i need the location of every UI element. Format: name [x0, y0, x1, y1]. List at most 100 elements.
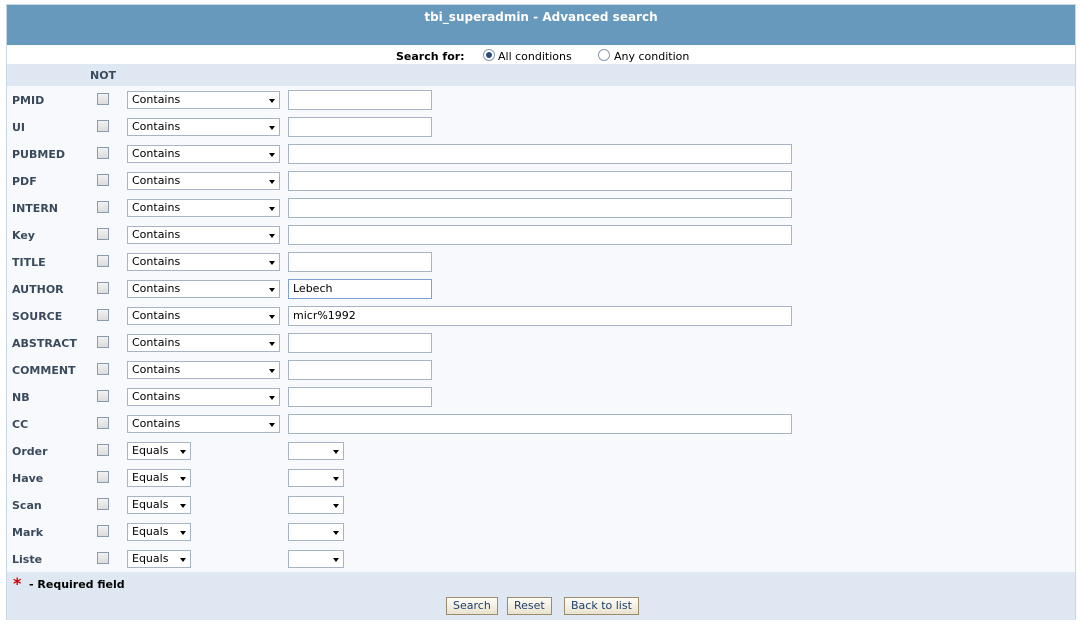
value-input-ui[interactable] — [288, 117, 432, 137]
operator-select-mark[interactable]: Equals — [127, 523, 191, 541]
value-select-mark[interactable] — [288, 523, 344, 541]
form-footer: * - Required field Search Reset Back to … — [7, 572, 1075, 620]
operator-select-ui[interactable]: Contains — [127, 118, 280, 136]
field-label-order: Order — [12, 445, 48, 458]
radio-any-condition[interactable] — [598, 49, 610, 61]
operator-select-liste[interactable]: Equals — [127, 550, 191, 568]
operator-value: Contains — [132, 390, 181, 403]
value-input-key[interactable] — [288, 225, 792, 245]
field-label-pubmed: PUBMED — [12, 148, 65, 161]
chevron-down-icon — [333, 558, 339, 562]
chevron-down-icon — [269, 207, 275, 211]
not-checkbox-pdf[interactable] — [97, 174, 109, 186]
operator-select-cc[interactable]: Contains — [127, 415, 280, 433]
operator-select-scan[interactable]: Equals — [127, 496, 191, 514]
operator-value: Equals — [132, 552, 169, 565]
not-checkbox-source[interactable] — [97, 309, 109, 321]
field-label-cc: CC — [12, 418, 29, 431]
not-checkbox-nb[interactable] — [97, 390, 109, 402]
search-row-author: AUTHOR Contains Lebech — [7, 276, 1075, 303]
not-checkbox-scan[interactable] — [97, 498, 109, 510]
value-input-title[interactable] — [288, 252, 432, 272]
not-checkbox-key[interactable] — [97, 228, 109, 240]
not-checkbox-cc[interactable] — [97, 417, 109, 429]
operator-value: Contains — [132, 228, 181, 241]
chevron-down-icon — [333, 504, 339, 508]
chevron-down-icon — [269, 234, 275, 238]
search-for-label: Search for: — [396, 50, 465, 63]
not-checkbox-pmid[interactable] — [97, 93, 109, 105]
not-checkbox-liste[interactable] — [97, 552, 109, 564]
not-checkbox-comment[interactable] — [97, 363, 109, 375]
value-select-liste[interactable] — [288, 550, 344, 568]
not-checkbox-intern[interactable] — [97, 201, 109, 213]
operator-select-order[interactable]: Equals — [127, 442, 191, 460]
operator-select-abstract[interactable]: Contains — [127, 334, 280, 352]
chevron-down-icon — [333, 450, 339, 454]
operator-value: Contains — [132, 363, 181, 376]
not-checkbox-title[interactable] — [97, 255, 109, 267]
required-asterisk-icon: * — [13, 574, 22, 593]
value-input-source[interactable]: micr%1992 — [288, 306, 792, 326]
operator-value: Contains — [132, 201, 181, 214]
search-row-scan: Scan Equals — [7, 492, 1075, 519]
chevron-down-icon — [333, 531, 339, 535]
operator-select-title[interactable]: Contains — [127, 253, 280, 271]
value-input-abstract[interactable] — [288, 333, 432, 353]
operator-value: Equals — [132, 498, 169, 511]
operator-select-comment[interactable]: Contains — [127, 361, 280, 379]
field-label-source: SOURCE — [12, 310, 63, 323]
search-button[interactable]: Search — [446, 597, 498, 615]
not-checkbox-have[interactable] — [97, 471, 109, 483]
operator-select-have[interactable]: Equals — [127, 469, 191, 487]
operator-select-author[interactable]: Contains — [127, 280, 280, 298]
operator-select-pubmed[interactable]: Contains — [127, 145, 280, 163]
chevron-down-icon — [269, 342, 275, 346]
value-input-nb[interactable] — [288, 387, 432, 407]
field-label-ui: UI — [12, 121, 26, 134]
operator-select-pmid[interactable]: Contains — [127, 91, 280, 109]
search-row-title: TITLE Contains — [7, 249, 1075, 276]
not-checkbox-abstract[interactable] — [97, 336, 109, 348]
operator-select-key[interactable]: Contains — [127, 226, 280, 244]
chevron-down-icon — [269, 153, 275, 157]
not-checkbox-order[interactable] — [97, 444, 109, 456]
chevron-down-icon — [269, 261, 275, 265]
value-input-comment[interactable] — [288, 360, 432, 380]
field-label-key: Key — [12, 229, 35, 242]
operator-value: Contains — [132, 147, 181, 160]
search-row-nb: NB Contains — [7, 384, 1075, 411]
operator-value: Equals — [132, 471, 169, 484]
chevron-down-icon — [269, 396, 275, 400]
not-checkbox-mark[interactable] — [97, 525, 109, 537]
operator-value: Equals — [132, 444, 169, 457]
operator-value: Contains — [132, 282, 181, 295]
not-checkbox-author[interactable] — [97, 282, 109, 294]
value-input-cc[interactable] — [288, 414, 792, 434]
operator-value: Equals — [132, 525, 169, 538]
back-to-list-button[interactable]: Back to list — [564, 597, 639, 615]
reset-button[interactable]: Reset — [507, 597, 552, 615]
value-input-pmid[interactable] — [288, 90, 432, 110]
field-label-author: AUTHOR — [12, 283, 64, 296]
search-row-mark: Mark Equals — [7, 519, 1075, 546]
operator-select-intern[interactable]: Contains — [127, 199, 280, 217]
field-label-scan: Scan — [12, 499, 42, 512]
chevron-down-icon — [180, 504, 186, 508]
operator-select-source[interactable]: Contains — [127, 307, 280, 325]
column-header-row: NOT — [7, 64, 1075, 86]
not-checkbox-ui[interactable] — [97, 120, 109, 132]
value-input-intern[interactable] — [288, 198, 792, 218]
operator-value: Contains — [132, 255, 181, 268]
value-select-order[interactable] — [288, 442, 344, 460]
not-checkbox-pubmed[interactable] — [97, 147, 109, 159]
operator-select-nb[interactable]: Contains — [127, 388, 280, 406]
value-select-scan[interactable] — [288, 496, 344, 514]
operator-select-pdf[interactable]: Contains — [127, 172, 280, 190]
value-input-pubmed[interactable] — [288, 144, 792, 164]
value-input-pdf[interactable] — [288, 171, 792, 191]
value-input-author[interactable]: Lebech — [288, 279, 432, 299]
radio-all-conditions[interactable] — [483, 49, 495, 61]
chevron-down-icon — [180, 477, 186, 481]
value-select-have[interactable] — [288, 469, 344, 487]
